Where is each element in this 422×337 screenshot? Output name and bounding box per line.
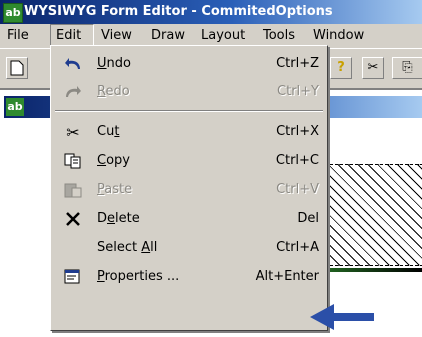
menu-item-select-all[interactable]: Select All Ctrl+A [53, 234, 325, 262]
menu-item-label: Undo [97, 56, 131, 71]
menu-item-label: Redo [97, 84, 130, 99]
help-button[interactable]: ? [330, 57, 352, 79]
form-icon: ab [6, 98, 24, 116]
new-document-icon [10, 60, 24, 76]
copy-icon [63, 151, 83, 171]
menu-item-shortcut: Ctrl+C [275, 153, 319, 168]
help-question-icon: ? [337, 60, 345, 75]
menu-separator [55, 110, 323, 112]
new-document-button[interactable] [6, 57, 28, 79]
scissors-icon: ✂ [66, 122, 80, 142]
menu-file[interactable]: File [2, 24, 34, 48]
copy-toolbar-button[interactable]: ⎘ [392, 57, 422, 79]
menu-item-shortcut: Ctrl+Y [277, 84, 319, 99]
window-title: WYSIWYG Form Editor - CommitedOptions [24, 4, 333, 19]
menu-item-cut[interactable]: ✂ Cut Ctrl+X [53, 118, 325, 146]
delete-x-icon [63, 209, 83, 229]
properties-icon [63, 267, 83, 287]
menu-item-label: Paste [97, 182, 133, 197]
menu-item-shortcut: Ctrl+X [276, 124, 319, 139]
app-icon: ab [3, 3, 23, 23]
copy-icon: ⎘ [402, 60, 413, 75]
title-bar: ab WYSIWYG Form Editor - CommitedOptions [0, 0, 422, 24]
menu-item-copy[interactable]: Copy Ctrl+C [53, 147, 325, 175]
menu-item-shortcut: Del [297, 211, 319, 226]
undo-icon [63, 54, 83, 74]
menu-item-label: Cut [97, 124, 120, 139]
menu-item-label: Delete [97, 211, 140, 226]
menu-item-label: Properties ... [97, 269, 180, 284]
menu-item-label: Copy [97, 153, 130, 168]
menu-item-shortcut: Ctrl+A [276, 240, 319, 255]
edit-menu-dropdown: Undo Ctrl+Z Redo Ctrl+Y ✂ Cut Ctrl+X Cop… [50, 45, 328, 331]
menu-item-shortcut: Ctrl+V [276, 182, 319, 197]
cut-toolbar-button[interactable]: ✂ [362, 57, 384, 79]
annotation-arrow-icon [310, 304, 374, 330]
paste-icon [63, 180, 83, 200]
menu-item-shortcut: Ctrl+Z [276, 56, 319, 71]
menu-item-undo[interactable]: Undo Ctrl+Z [53, 50, 325, 78]
menu-item-shortcut: Alt+Enter [255, 269, 319, 284]
redo-icon [63, 82, 83, 102]
menu-item-delete[interactable]: Delete Del [53, 205, 325, 233]
menu-item-properties[interactable]: Properties ... Alt+Enter [53, 263, 325, 291]
menu-item-label: Select All [97, 240, 158, 255]
menu-item-redo[interactable]: Redo Ctrl+Y [53, 78, 325, 106]
menu-item-paste[interactable]: Paste Ctrl+V [53, 176, 325, 204]
scissors-icon: ✂ [367, 60, 379, 75]
